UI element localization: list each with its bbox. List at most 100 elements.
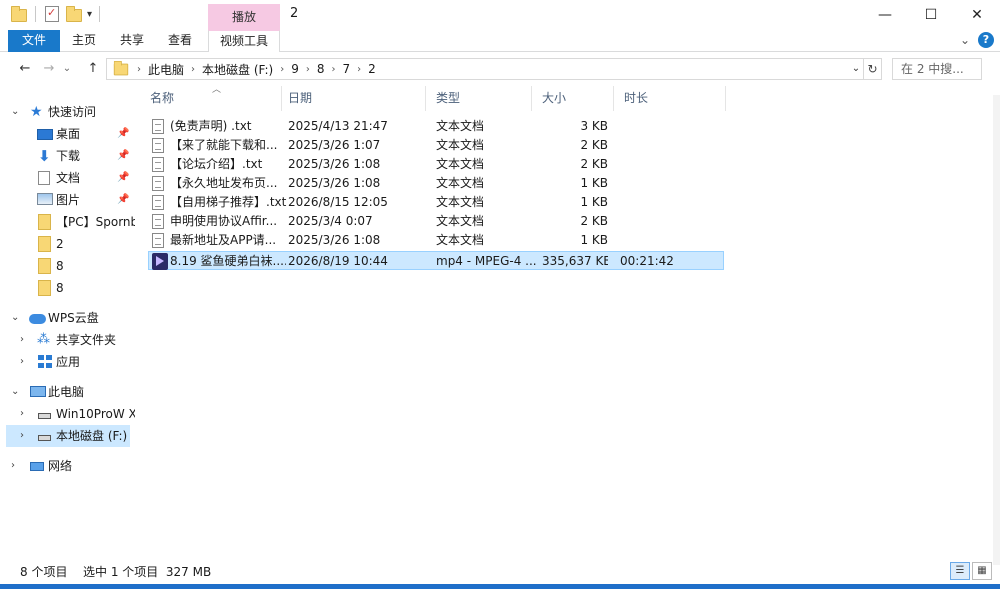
breadcrumb-item[interactable]: 2 (368, 62, 376, 76)
file-row[interactable]: 最新地址及APP请... 2025/3/26 1:08 文本文档 1 KB (148, 231, 724, 250)
breadcrumb-separator-icon[interactable]: › (332, 64, 336, 75)
minimize-button[interactable]: — (862, 0, 908, 30)
expand-ribbon-icon[interactable]: ⌄ (960, 33, 970, 47)
tab-view[interactable]: 查看 (164, 30, 196, 52)
nav-item-label: 文档 (56, 171, 81, 185)
breadcrumb-separator-icon[interactable]: › (357, 64, 361, 75)
nav-drive-win10[interactable]: › Win10ProW X (0, 403, 135, 425)
nav-downloads[interactable]: ⬇ 下载 📌 (0, 145, 135, 167)
contextual-tab-group: 播放 (208, 4, 280, 30)
nav-item-label: 网络 (48, 459, 73, 473)
nav-desktop[interactable]: 桌面 📌 (0, 123, 135, 145)
window-controls: — ☐ ✕ (862, 0, 1000, 30)
breadcrumb-separator-icon[interactable]: › (137, 64, 141, 75)
breadcrumb-separator-icon[interactable]: › (306, 64, 310, 75)
forward-button[interactable]: → (38, 59, 60, 79)
breadcrumb-item[interactable]: 7 (343, 62, 351, 76)
nav-apps[interactable]: › 应用 (0, 351, 135, 373)
taskbar-edge (0, 584, 1000, 589)
nav-item-label: 此电脑 (48, 385, 85, 399)
file-name: 8.19 鲨鱼硬弟白袜.... (170, 254, 286, 268)
nav-folder-8b[interactable]: 8 (0, 277, 135, 299)
breadcrumb-item[interactable]: 8 (317, 62, 325, 76)
large-icons-view-icon[interactable]: ▦ (972, 562, 992, 580)
folder-icon (38, 258, 51, 274)
nav-wps-cloud[interactable]: ⌄ WPS云盘 (0, 307, 135, 329)
details-view-icon[interactable]: ☰ (950, 562, 970, 580)
file-row[interactable]: (免责声明) .txt 2025/4/13 21:47 文本文档 3 KB (148, 117, 724, 136)
selection-info: 选中 1 个项目 327 MB (83, 565, 212, 579)
pin-icon[interactable]: 📌 (117, 189, 129, 211)
properties-icon[interactable] (43, 6, 61, 22)
new-folder-icon[interactable] (65, 6, 83, 22)
recent-locations-button[interactable]: ⌄ (60, 59, 74, 79)
breadcrumb-separator-icon[interactable]: › (280, 64, 284, 75)
pin-icon[interactable]: 📌 (117, 123, 129, 145)
breadcrumb-separator-icon[interactable]: › (191, 64, 195, 75)
column-header-date[interactable]: 日期 (278, 86, 426, 111)
column-header-duration[interactable]: 时长 (614, 86, 726, 111)
network-icon (30, 462, 44, 471)
column-header-name[interactable]: ︿ 名称 (140, 85, 282, 111)
file-row[interactable]: 【来了就能下载和... 2025/3/26 1:07 文本文档 2 KB (148, 136, 724, 155)
nav-this-pc[interactable]: ⌄ 此电脑 (0, 381, 135, 403)
nav-item-label: 应用 (56, 355, 81, 369)
folder-icon (38, 214, 51, 230)
pin-icon[interactable]: 📌 (117, 167, 129, 189)
address-history-chevron-icon[interactable]: ⌄ (848, 58, 864, 80)
nav-shared-folder[interactable]: › ⁂ 共享文件夹 (0, 329, 135, 351)
text-file-icon (152, 233, 164, 248)
customize-qat-icon[interactable]: ▾ (87, 9, 92, 20)
breadcrumb-item[interactable]: 此电脑 (148, 61, 184, 78)
chevron-right-icon[interactable]: › (20, 329, 30, 351)
breadcrumb-item[interactable]: 本地磁盘 (F:) (202, 61, 273, 78)
maximize-button[interactable]: ☐ (908, 0, 954, 30)
chevron-right-icon[interactable]: › (20, 403, 30, 425)
nav-folder-8[interactable]: 8 (0, 255, 135, 277)
nav-quick-access[interactable]: ⌄ ★ 快速访问 (0, 101, 135, 123)
star-icon: ★ (30, 104, 43, 120)
file-type: 文本文档 (436, 119, 485, 133)
chevron-down-icon[interactable]: ⌄ (11, 307, 21, 329)
nav-documents[interactable]: 文档 📌 (0, 167, 135, 189)
close-button[interactable]: ✕ (954, 0, 1000, 30)
nav-item-label: 【PC】Spornb (56, 215, 135, 229)
address-bar[interactable]: › 此电脑 › 本地磁盘 (F:) › 9 › 8 › 7 › 2 (106, 58, 864, 80)
file-type: 文本文档 (436, 157, 485, 171)
file-row[interactable]: 【永久地址发布页... 2025/3/26 1:08 文本文档 1 KB (148, 174, 724, 193)
nav-folder-2[interactable]: 2 (0, 233, 135, 255)
up-button[interactable]: ↑ (82, 59, 104, 79)
file-size: 1 KB (580, 233, 608, 247)
chevron-right-icon[interactable]: › (11, 455, 21, 477)
folder-icon[interactable] (10, 6, 28, 22)
text-file-icon (152, 214, 164, 229)
nav-folder-spornb[interactable]: 【PC】Spornb (0, 211, 135, 233)
column-header-type[interactable]: 类型 (426, 86, 532, 111)
tab-share[interactable]: 共享 (116, 30, 148, 52)
file-row[interactable]: 【论坛介绍】.txt 2025/3/26 1:08 文本文档 2 KB (148, 155, 724, 174)
tab-home[interactable]: 主页 (68, 30, 100, 52)
tab-video-tools[interactable]: 视频工具 (208, 30, 280, 52)
chevron-right-icon[interactable]: › (20, 425, 30, 447)
refresh-button[interactable]: ↻ (864, 58, 882, 80)
nav-drive-f[interactable]: › 本地磁盘 (F:) (6, 425, 130, 447)
folder-icon (113, 60, 129, 75)
pin-icon[interactable]: 📌 (117, 145, 129, 167)
nav-pictures[interactable]: 图片 📌 (0, 189, 135, 211)
file-row[interactable]: 申明使用协议Affir... 2025/3/4 0:07 文本文档 2 KB (148, 212, 724, 231)
drive-icon (38, 435, 51, 441)
tab-file[interactable]: 文件 (8, 30, 60, 52)
search-input[interactable]: 在 2 中搜... (892, 58, 982, 80)
column-header-size[interactable]: 大小 (532, 86, 614, 111)
file-row-selected[interactable]: 8.19 鲨鱼硬弟白袜.... 2026/8/19 10:44 mp4 - MP… (148, 251, 724, 270)
help-icon[interactable]: ? (978, 32, 994, 48)
breadcrumb-item[interactable]: 9 (291, 62, 299, 76)
file-date: 2026/8/15 12:05 (288, 195, 388, 209)
chevron-right-icon[interactable]: › (20, 351, 30, 373)
video-file-icon (152, 253, 168, 270)
nav-network[interactable]: › 网络 (0, 455, 135, 477)
file-row[interactable]: 【自用梯子推荐】.txt 2026/8/15 12:05 文本文档 1 KB (148, 193, 724, 212)
chevron-down-icon[interactable]: ⌄ (11, 381, 21, 403)
back-button[interactable]: ← (14, 59, 36, 79)
chevron-down-icon[interactable]: ⌄ (11, 101, 21, 123)
